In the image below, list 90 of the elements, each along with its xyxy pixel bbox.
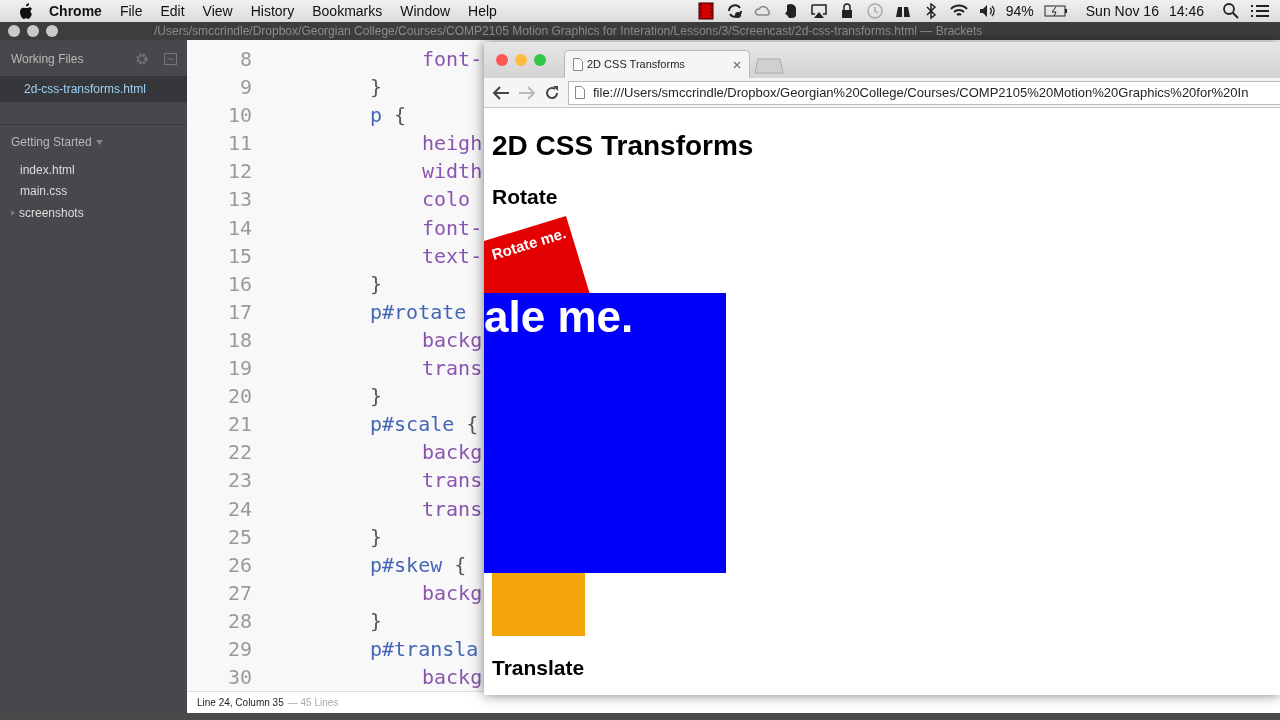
- code-line: width: [421, 158, 483, 186]
- line-number: 15: [226, 242, 252, 270]
- line-number: 23: [226, 467, 252, 495]
- code-line: font-: [421, 214, 483, 242]
- close-icon[interactable]: [733, 60, 741, 69]
- line-number: 18: [226, 326, 252, 354]
- line-number: 30: [226, 664, 252, 692]
- code-line: colo: [421, 186, 471, 214]
- line-number: 10: [226, 102, 252, 130]
- window-title: /Users/smccrindle/Dropbox/Georgian College/Courses/COMP2105 Motion Graphics for Interation/Lessons/3/Screencast/2d-css-transforms.html — Brackets: [154, 23, 983, 40]
- line-number: 12: [226, 158, 252, 186]
- close-button[interactable]: [8, 25, 20, 37]
- line-number: 14: [226, 214, 252, 242]
- code-line: trans: [421, 495, 483, 523]
- menu-item[interactable]: Bookmarks: [303, 0, 392, 22]
- scaled-box: ale me.: [484, 293, 726, 573]
- menu-item[interactable]: Help: [459, 0, 506, 22]
- page-icon: [573, 58, 583, 71]
- working-file[interactable]: 2d-css-transforms.html: [0, 76, 187, 102]
- zoom-button[interactable]: [46, 25, 58, 37]
- line-number: 25: [226, 523, 252, 551]
- line-number: 22: [226, 439, 252, 467]
- sync-icon[interactable]: [725, 2, 744, 20]
- menu-item[interactable]: Edit: [151, 0, 194, 22]
- code-line: backg: [421, 579, 483, 607]
- line-number: 9: [238, 74, 252, 102]
- line-number: 19: [226, 355, 252, 383]
- file-tree-item[interactable]: screenshots: [19, 203, 84, 222]
- code-line: trans: [421, 467, 483, 495]
- line-number: 17: [226, 298, 252, 326]
- page-icon: [575, 86, 585, 99]
- address-bar[interactable]: file:///Users/smccrindle/Dropbox/Georgian%20College/Courses/COMP2105%20Motion%20Graphics%20for%20In: [568, 80, 1280, 105]
- app-menu[interactable]: Chrome: [40, 0, 111, 22]
- line-number: 16: [226, 270, 252, 298]
- battery-icon[interactable]: [1043, 4, 1068, 18]
- code-line: }: [369, 383, 383, 411]
- minimize-button[interactable]: [27, 25, 39, 37]
- code-line: }: [369, 74, 383, 102]
- code-line: }: [369, 523, 383, 551]
- code-line: trans: [421, 355, 483, 383]
- section-label: Working Files: [11, 51, 84, 68]
- line-number: 28: [226, 607, 252, 635]
- tab-title: 2D CSS Transforms: [587, 57, 685, 73]
- line-number: 13: [226, 186, 252, 214]
- line-number: 27: [226, 579, 252, 607]
- code-line: heigh: [421, 130, 483, 158]
- browser-tab[interactable]: 2D CSS Transforms: [564, 50, 750, 78]
- menu-item[interactable]: File: [110, 0, 152, 22]
- list-icon[interactable]: [1250, 3, 1270, 19]
- file-tree-item[interactable]: main.css: [20, 182, 68, 201]
- code-line: }: [369, 270, 383, 298]
- code-line: }: [369, 607, 383, 635]
- code-line: p#skew {: [369, 551, 467, 579]
- code-line: p#scale {: [369, 411, 479, 439]
- code-line: backg: [421, 664, 483, 692]
- line-number: 21: [226, 411, 252, 439]
- apple-icon[interactable]: [18, 3, 32, 19]
- search-icon[interactable]: [1222, 2, 1240, 20]
- code-line: font-: [421, 46, 483, 73]
- line-number: 26: [226, 551, 252, 579]
- code-line: text-: [421, 242, 483, 270]
- reload-icon[interactable]: [544, 84, 560, 101]
- back-icon[interactable]: [492, 85, 510, 100]
- battery-percent[interactable]: 94%: [1005, 0, 1034, 22]
- line-number: 24: [226, 495, 252, 523]
- code-line: backg: [421, 326, 483, 354]
- menu-item[interactable]: Window: [391, 0, 460, 22]
- file-tree-item[interactable]: index.html: [20, 160, 75, 179]
- project-dropdown[interactable]: Getting Started: [11, 133, 92, 151]
- code-line: p {: [369, 102, 407, 130]
- caret-icon[interactable]: [95, 139, 103, 145]
- code-line: backg: [421, 439, 483, 467]
- line-number: 29: [226, 635, 252, 663]
- page-heading: 2D CSS Transforms: [491, 129, 755, 163]
- section-heading: Translate: [491, 655, 586, 681]
- code-line: p#rotate: [369, 298, 467, 326]
- cursor-position: Line 24, Column 35: [197, 696, 284, 711]
- url-text: file:///Users/smccrindle/Dropbox/Georgian%20College/Courses/COMP2105%20Motion%20Graphics%20for%20In: [593, 83, 1249, 102]
- airplay-icon[interactable]: [809, 2, 828, 20]
- film-icon[interactable]: [697, 2, 716, 20]
- section-heading: Rotate: [491, 184, 559, 210]
- line-number: 11: [226, 130, 252, 158]
- code-line: p#transla: [369, 635, 479, 663]
- clock-time[interactable]: 14:46: [1168, 0, 1204, 22]
- menu-item[interactable]: View: [193, 0, 242, 22]
- line-number: 20: [226, 383, 252, 411]
- line-number: 8: [238, 46, 252, 73]
- clock-date[interactable]: Sun Nov 16: [1085, 0, 1159, 22]
- menu-item[interactable]: History: [241, 0, 304, 22]
- line-count: — 45 Lines: [287, 696, 339, 711]
